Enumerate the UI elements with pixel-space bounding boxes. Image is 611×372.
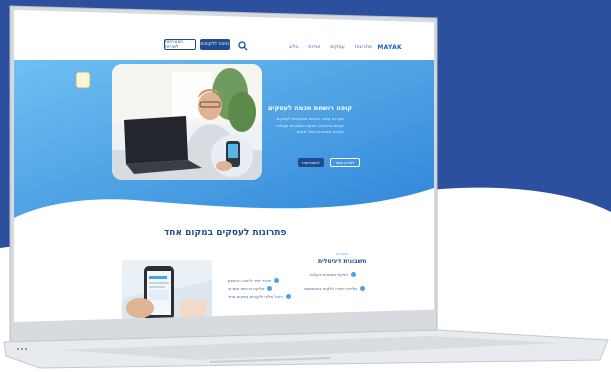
main-nav: פתרונות עסקים אודות בלוג <box>289 44 372 50</box>
phone-mockup-image <box>122 260 212 322</box>
hero-title: קופה רושמת חכמה לעסקים <box>268 104 352 112</box>
check-icon <box>360 286 366 291</box>
nav-item-blog[interactable]: בלוג <box>289 44 298 50</box>
card-reader-icon <box>211 135 253 177</box>
nav-item-about[interactable]: אודות <box>308 44 320 50</box>
login-button[interactable]: כניסה ללקוחות <box>200 39 230 50</box>
feature-item: סליקת כרטיסי אשראי <box>228 286 273 291</box>
site-logo[interactable]: MAYAK <box>377 44 402 51</box>
nav-item-business[interactable]: עסקים <box>330 44 344 50</box>
port-dot-2 <box>21 348 23 350</box>
check-icon <box>350 272 356 277</box>
join-service-button[interactable]: הצטרפות לשירות <box>164 39 196 50</box>
port-dot-1 <box>17 348 19 350</box>
feature-item: ניהול מלאי ולקוחות במקום אחד <box>228 294 291 299</box>
search-icon[interactable] <box>238 41 248 51</box>
hero-join-button[interactable]: להצטרפות <box>298 158 324 167</box>
feature-subtitle: חשבונית דיגיטלית <box>318 258 367 265</box>
feature-label: ניהול מלאי ולקוחות במקום אחד <box>228 294 283 299</box>
check-icon <box>274 278 280 283</box>
feature-label: הפקת מסמכים בקלות <box>310 272 348 277</box>
feature-label: שליחה ישירה ללקוח בוואטסאפ <box>304 286 358 291</box>
section-title: פתרונות לעסקים במקום אחד <box>164 228 287 238</box>
port-dot-3 <box>25 348 27 350</box>
feature-item: שליחה ישירה ללקוח בוואטסאפ <box>304 286 366 291</box>
feature-item: חיבור ישיר לרואה החשבון <box>228 278 280 283</box>
feature-label: חיבור ישיר לרואה החשבון <box>228 278 272 283</box>
feature-kicker: מערכת <box>336 251 349 256</box>
laptop-screen: MAYAK פתרונות עסקים אודות בלוג כניסה ללק… <box>14 10 434 322</box>
check-icon <box>267 286 273 291</box>
decorative-badge-icon <box>76 72 90 88</box>
hero-description: מערכת קופה רושמת מתקדמת לעסקים קטנים ובי… <box>276 116 344 134</box>
hero-more-button[interactable]: למידע נוסף <box>330 158 360 167</box>
feature-label: סליקת כרטיסי אשראי <box>228 286 265 291</box>
nav-item-solutions[interactable]: פתרונות <box>355 44 372 50</box>
check-icon <box>285 294 291 299</box>
feature-item: הפקת מסמכים בקלות <box>310 272 356 277</box>
